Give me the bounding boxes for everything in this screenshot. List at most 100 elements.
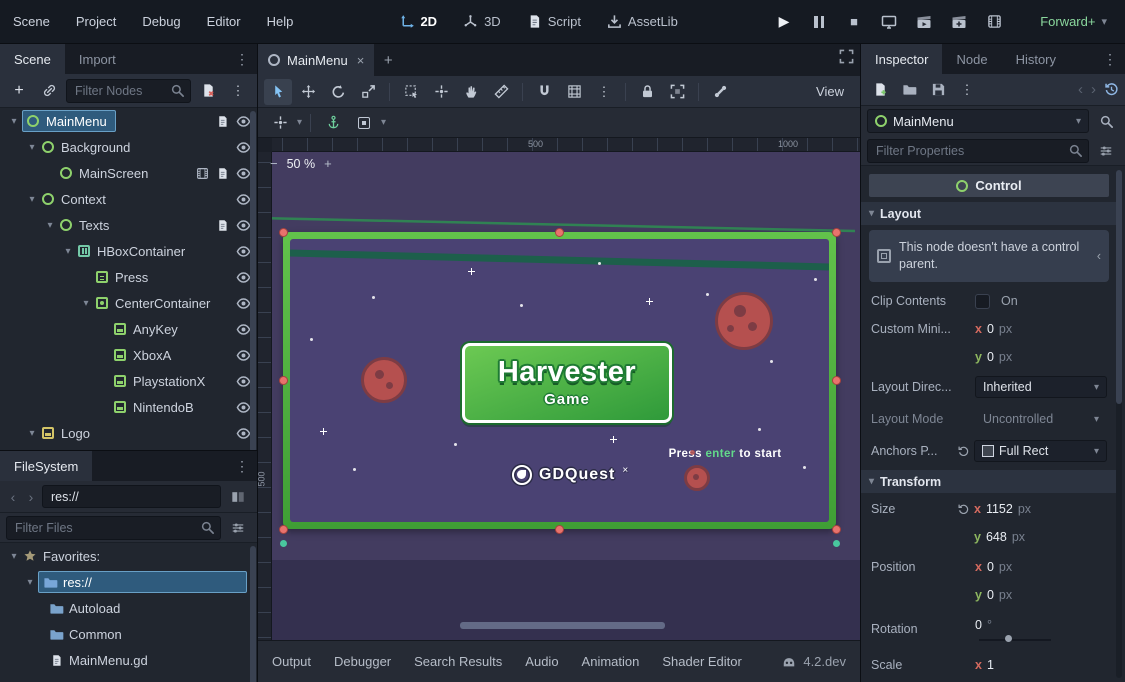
eye-icon[interactable] [236,192,251,207]
expander-icon[interactable]: ▾ [22,577,38,588]
tree-row-playstationx[interactable]: PlaystationX [0,368,257,394]
revert-icon[interactable] [957,445,970,458]
fs-row-mainmenu-gd[interactable]: MainMenu.gd [0,647,257,673]
expander-icon[interactable]: ▾ [24,194,40,205]
selection-handle[interactable] [832,376,841,385]
anchors-preset-dropdown[interactable]: Full Rect ▾ [974,440,1107,462]
zoom-reset-button[interactable]: 50 % [287,157,316,171]
workspace-script[interactable]: Script [517,9,591,34]
workspace-3d[interactable]: 3D [453,9,511,34]
value-field[interactable]: 648 [986,530,1007,544]
expander-icon[interactable]: ▾ [78,298,94,309]
skeleton-button[interactable] [706,79,734,105]
tree-row-xboxa[interactable]: XboxA [0,342,257,368]
tab-inspector[interactable]: Inspector [861,44,942,74]
filter-properties-input[interactable] [867,139,1089,163]
menu-scene[interactable]: Scene [0,0,63,44]
eye-icon[interactable] [236,140,251,155]
filter-options-button[interactable] [1093,139,1119,163]
split-view-button[interactable] [225,485,251,509]
ruler-tool-button[interactable] [487,79,515,105]
expander-icon[interactable]: ▾ [24,142,40,153]
container-sizing-button[interactable] [350,110,378,136]
eye-icon[interactable] [236,374,251,389]
renderer-dropdown[interactable]: Forward+ ▾ [1032,10,1115,33]
zoom-in-button[interactable]: + [324,156,332,171]
attach-script-button[interactable] [195,79,221,103]
selection-handle[interactable] [279,376,288,385]
menu-help[interactable]: Help [254,0,307,44]
instance-scene-button[interactable] [36,79,62,103]
filesystem-scrollbar[interactable] [250,546,256,682]
viewport-horizontal-scrollbar[interactable] [460,622,665,629]
value-field[interactable]: 0 [987,560,994,574]
pause-button[interactable] [806,9,832,35]
fs-row-res[interactable]: ▾ res:// [0,569,257,595]
tree-row-mainmenu[interactable]: ▾ MainMenu [0,108,257,134]
eye-icon[interactable] [236,166,251,181]
tree-row-nintendob[interactable]: NintendoB [0,394,257,420]
eye-icon[interactable] [236,348,251,363]
eye-icon[interactable] [236,218,251,233]
snap-options-button[interactable]: ⋮ [590,79,618,105]
path-input[interactable] [42,485,221,508]
bottom-tab-search-results[interactable]: Search Results [414,654,502,669]
script-icon[interactable] [216,219,229,232]
section-transform[interactable]: ▾ Transform [861,470,1117,493]
distraction-free-button[interactable] [839,49,854,64]
eye-icon[interactable] [236,270,251,285]
open-docs-button[interactable] [1093,109,1119,133]
file-sort-button[interactable] [225,516,251,540]
nav-back-icon[interactable]: ‹ [6,489,20,505]
dock-menu-button[interactable]: ⋮ [1099,44,1121,74]
filter-files-input[interactable] [6,516,221,540]
bottom-tab-audio[interactable]: Audio [525,654,558,669]
clip-contents-checkbox[interactable] [975,294,990,309]
eye-icon[interactable] [236,322,251,337]
select-tool-button[interactable] [264,79,292,105]
list-select-tool-button[interactable] [397,79,425,105]
tree-row-anykey[interactable]: AnyKey [0,316,257,342]
selection-handle[interactable] [832,525,841,534]
value-field[interactable]: 0 [987,588,994,602]
script-icon[interactable] [216,167,229,180]
movie-maker-button[interactable] [981,9,1007,35]
layout-direction-dropdown[interactable]: Inherited ▾ [975,376,1107,398]
lock-button[interactable] [633,79,661,105]
value-field[interactable]: 0 [987,350,994,364]
selection-handle[interactable] [279,525,288,534]
scale-tool-button[interactable] [354,79,382,105]
selection-handle[interactable] [555,228,564,237]
grid-snap-button[interactable] [560,79,588,105]
expander-icon[interactable]: ▾ [60,246,76,257]
value-field[interactable]: 1152 [986,502,1013,516]
section-layout[interactable]: ▾ Layout [861,202,1117,225]
tree-row-context[interactable]: ▾ Context [0,186,257,212]
workspace-assetlib[interactable]: AssetLib [597,9,688,34]
scene-tree-menu-button[interactable]: ⋮ [225,79,251,103]
movie-icon[interactable] [196,167,209,180]
layout-mode-dropdown[interactable]: Uncontrolled ▾ [975,408,1107,430]
pivot-tool-button[interactable] [427,79,455,105]
tree-row-background[interactable]: ▾ Background [0,134,257,160]
eye-icon[interactable] [236,426,251,441]
selection-handle[interactable] [555,525,564,534]
new-resource-button[interactable] [867,78,893,102]
tree-row-logo[interactable]: ▾ Logo [0,420,257,446]
revert-icon[interactable] [957,503,970,516]
anchor-presets-button[interactable] [319,110,347,136]
eye-icon[interactable] [236,296,251,311]
scene-tab-mainmenu[interactable]: MainMenu × [258,44,374,76]
selection-handle[interactable] [832,228,841,237]
bottom-tab-shader-editor[interactable]: Shader Editor [662,654,742,669]
chevron-down-icon[interactable]: ▾ [297,117,302,128]
expander-icon[interactable]: ▾ [6,551,22,562]
play-button[interactable]: ▶ [771,9,797,35]
workspace-2d[interactable]: 2D [389,9,447,34]
tab-scene[interactable]: Scene [0,44,65,74]
eye-icon[interactable] [236,244,251,259]
inspector-scrollbar[interactable] [1116,170,1122,678]
tab-filesystem[interactable]: FileSystem [0,451,92,481]
bottom-tab-animation[interactable]: Animation [582,654,640,669]
smart-snap-button[interactable] [530,79,558,105]
